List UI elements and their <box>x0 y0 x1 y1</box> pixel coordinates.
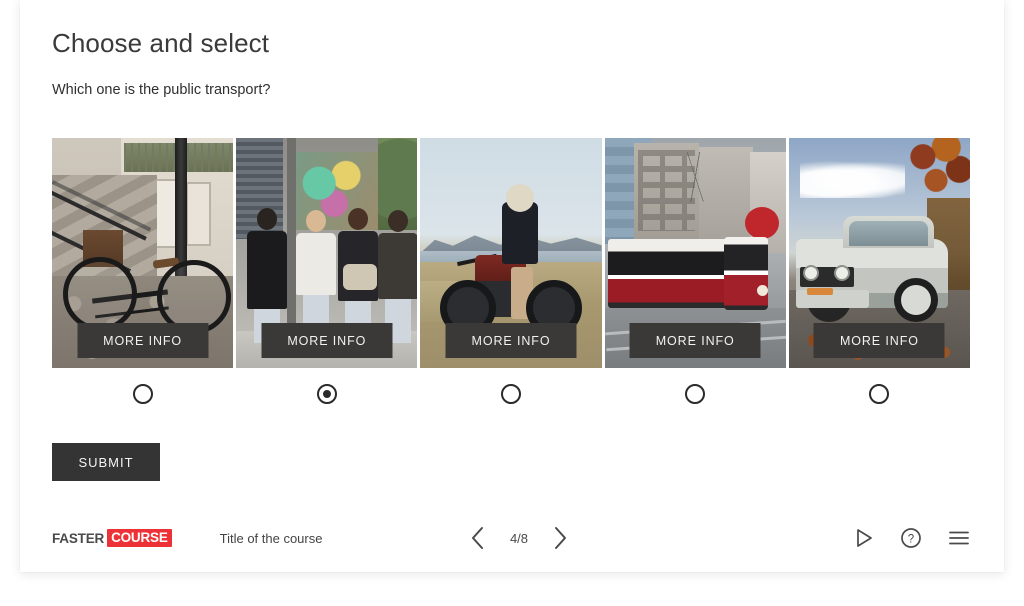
option-card-1[interactable]: MORE INFO <box>52 138 234 368</box>
option-radio-2[interactable] <box>316 384 337 404</box>
help-icon[interactable]: ? <box>900 527 922 549</box>
more-info-button-1[interactable]: MORE INFO <box>77 323 209 358</box>
option-radio-1[interactable] <box>132 384 153 404</box>
slide-content: Choose and select Which one is the publi… <box>52 0 971 572</box>
page-root: Choose and select Which one is the publi… <box>0 0 1024 606</box>
more-info-button-3[interactable]: MORE INFO <box>445 323 577 358</box>
options-radio-row <box>52 374 970 414</box>
option-card-2[interactable]: MORE INFO <box>236 138 418 368</box>
option-card-3[interactable]: MORE INFO <box>420 138 602 368</box>
options-row: MORE INFO MORE INFO MORE INFO MORE INFO … <box>52 138 971 368</box>
svg-text:?: ? <box>908 534 914 546</box>
play-icon[interactable] <box>852 527 874 549</box>
question-text: Which one is the public transport? <box>52 82 271 98</box>
slide-card: Choose and select Which one is the publi… <box>20 0 1004 572</box>
more-info-button-5[interactable]: MORE INFO <box>813 323 945 358</box>
slide-pager: 4/8 <box>470 525 568 551</box>
brand-logo[interactable]: FASTER COURSE <box>52 529 172 547</box>
option-radio-3[interactable] <box>501 384 521 404</box>
option-radio-4[interactable] <box>685 384 706 404</box>
footer-icon-group: ? <box>852 527 970 549</box>
menu-icon[interactable] <box>948 527 970 549</box>
brand-logo-course: COURSE <box>107 529 172 547</box>
footer-bar: FASTER COURSE Title of the course 4/8 ? <box>52 516 970 560</box>
radio-cell-3 <box>420 374 601 414</box>
more-info-button-2[interactable]: MORE INFO <box>261 323 393 358</box>
option-radio-5[interactable] <box>869 384 890 404</box>
course-title: Title of the course <box>219 530 323 546</box>
chevron-left-icon[interactable] <box>470 525 486 551</box>
radio-cell-2 <box>236 374 417 414</box>
pager-count: 4/8 <box>509 530 529 546</box>
brand-logo-faster: FASTER <box>52 530 105 546</box>
option-card-5[interactable]: MORE INFO <box>788 138 971 368</box>
more-info-button-4[interactable]: MORE INFO <box>629 323 761 358</box>
radio-cell-5 <box>789 374 970 414</box>
chevron-right-icon[interactable] <box>552 525 568 551</box>
option-card-4[interactable]: MORE INFO <box>604 138 786 368</box>
radio-cell-1 <box>52 374 233 414</box>
radio-cell-4 <box>605 374 786 414</box>
page-title: Choose and select <box>52 28 270 58</box>
submit-button[interactable]: SUBMIT <box>52 443 160 481</box>
